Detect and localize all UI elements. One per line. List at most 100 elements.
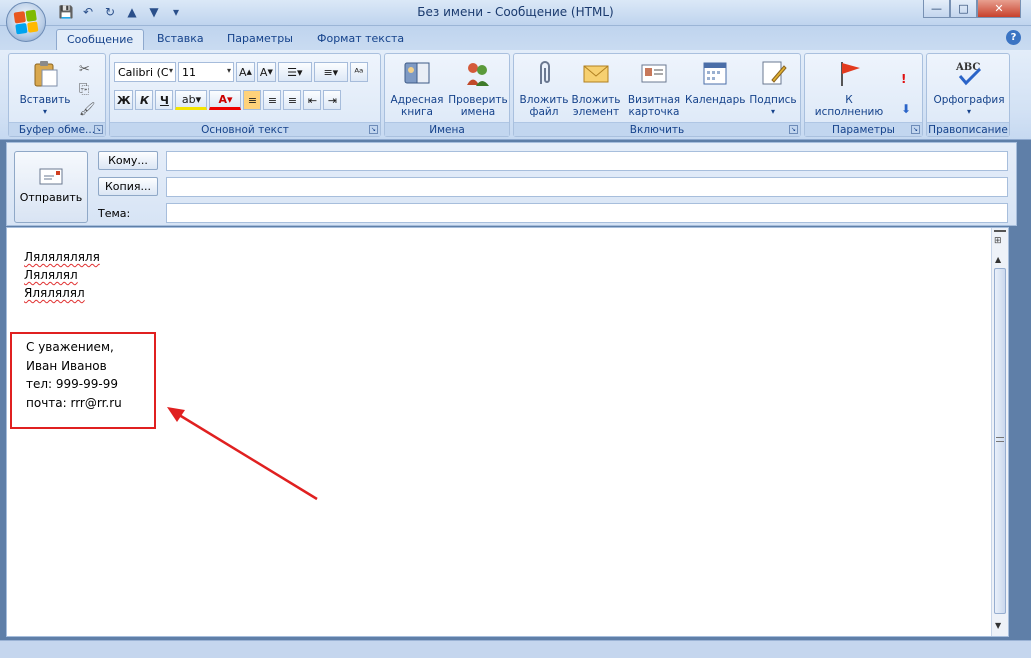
signature-icon	[762, 61, 787, 85]
subject-label: Тема:	[98, 207, 131, 220]
group-label-include: Включить	[514, 122, 800, 136]
window-title: Без имени - Сообщение (HTML)	[417, 5, 614, 19]
high-importance-icon[interactable]: !	[901, 64, 911, 94]
attach-file-button[interactable]: Вложить файл	[518, 58, 570, 118]
scroll-thumb[interactable]	[994, 268, 1006, 614]
office-logo-icon	[13, 9, 39, 35]
format-painter-icon[interactable]: 🖌	[79, 100, 96, 120]
signature-line: тел: 999-99-99	[26, 377, 119, 391]
group-label-basic-text: Основной текст	[110, 122, 380, 136]
numbering-button[interactable]: ≡▾	[313, 62, 348, 82]
follow-up-button[interactable]: К исполнению	[811, 58, 887, 118]
group-proofing: ABC Орфография ▾ Правописание	[926, 53, 1010, 137]
cut-icon[interactable]: ✂	[79, 60, 96, 80]
address-book-button[interactable]: Адресная книга	[388, 58, 446, 118]
minimize-button[interactable]: —	[923, 0, 950, 18]
check-names-label: Проверить имена	[448, 94, 508, 118]
ruler-toggle-icon[interactable]	[994, 230, 1006, 234]
scroll-up-icon[interactable]: ▲	[995, 255, 1001, 264]
signature-block[interactable]: С уважением, Иван Иванов тел: 999-99-99 …	[26, 338, 122, 412]
to-field[interactable]	[166, 151, 1008, 171]
italic-button[interactable]: К	[135, 90, 154, 110]
increase-indent-button[interactable]: ⇥	[323, 90, 342, 110]
attach-item-button[interactable]: Вложить элемент	[570, 58, 622, 118]
vertical-scrollbar[interactable]: ⊞ ▲ ▼	[991, 228, 1008, 636]
check-names-icon	[467, 63, 489, 86]
tab-message[interactable]: Сообщение	[56, 29, 145, 50]
group-label-clipboard: Буфер обме...	[9, 122, 105, 136]
align-center-button[interactable]: ≡	[263, 90, 282, 110]
tab-insert[interactable]: Вставка	[147, 29, 214, 50]
grow-font-button[interactable]: A ▲	[236, 62, 255, 82]
bullets-button[interactable]: ☰▾	[277, 62, 312, 82]
check-names-button[interactable]: Проверить имена	[447, 58, 509, 118]
spelling-label: Орфография	[933, 94, 1005, 106]
underline-button[interactable]: Ч	[155, 90, 174, 110]
business-card-button[interactable]: Визитная карточка	[624, 58, 684, 118]
copy-icon[interactable]: ⎘	[79, 80, 96, 100]
business-card-icon	[641, 64, 667, 83]
include-launcher-icon[interactable]: ↘	[789, 125, 798, 134]
paste-label: Вставить	[19, 94, 71, 106]
decrease-indent-button[interactable]: ⇤	[303, 90, 322, 110]
office-button[interactable]	[6, 2, 46, 42]
send-button[interactable]: Отправить	[14, 151, 88, 223]
body-line: Лялялял	[24, 268, 78, 282]
signature-line: почта: rrr@rr.ru	[26, 395, 122, 410]
signature-button[interactable]: Подпись ▾	[746, 58, 800, 118]
body-line: Ляляляляля	[24, 250, 100, 264]
attach-file-label: Вложить файл	[519, 94, 569, 118]
body-text[interactable]: Ляляляляля Лялялял Ялялялял	[24, 248, 100, 302]
highlight-button[interactable]: ab▾	[175, 90, 208, 110]
body-line: Ялялялял	[24, 286, 85, 300]
font-name-combo[interactable]: Calibri (С ▾	[114, 62, 176, 82]
font-size-combo[interactable]: 11 ▾	[178, 62, 234, 82]
tab-options[interactable]: Параметры	[217, 29, 303, 50]
to-button[interactable]: Кому...	[98, 151, 158, 170]
view-ruler-icon[interactable]: ⊞	[994, 236, 1002, 246]
calendar-button[interactable]: Календарь	[685, 58, 745, 106]
send-label: Отправить	[19, 191, 83, 204]
cc-button[interactable]: Копия...	[98, 177, 158, 196]
ribbon-tabs: Сообщение Вставка Параметры Формат текст…	[0, 26, 1031, 50]
clipboard-icon	[34, 61, 58, 87]
message-header: Отправить Кому... Копия... Тема:	[6, 142, 1017, 226]
close-button[interactable]: ✕	[977, 0, 1021, 18]
paste-button[interactable]: Вставить ▾	[15, 58, 75, 118]
address-book-icon	[404, 62, 430, 84]
address-book-label: Адресная книга	[390, 94, 444, 118]
subject-field[interactable]	[166, 203, 1008, 223]
importance-tools: ! ⬇	[901, 64, 911, 124]
clipboard-launcher-icon[interactable]: ↘	[94, 125, 103, 134]
options-launcher-icon[interactable]: ↘	[911, 125, 920, 134]
tab-format-text[interactable]: Формат текста	[307, 29, 414, 50]
basic-text-launcher-icon[interactable]: ↘	[369, 125, 378, 134]
styles-icon[interactable]: ᴬᵃ	[349, 62, 368, 82]
align-right-button[interactable]: ≡	[283, 90, 302, 110]
font-color-button[interactable]: A▾	[209, 90, 242, 110]
envelope-icon	[583, 65, 609, 83]
bold-button[interactable]: Ж	[114, 90, 134, 110]
group-basic-text: Calibri (С ▾ 11 ▾ A ▲ A ▼ ☰▾ ≡▾ ᴬᵃ Ж К Ч ab▾…	[109, 53, 381, 137]
help-icon[interactable]: ?	[1006, 30, 1021, 45]
font-name-value: Calibri (С	[118, 65, 169, 79]
shrink-font-button[interactable]: A ▼	[256, 62, 276, 82]
title-bar: 💾 ↶ ↻ ▲ ▼ ▾ Без имени - Сообщение (HTML)…	[0, 0, 1031, 26]
group-options: К исполнению ! ⬇ Параметры ↘	[804, 53, 923, 137]
cc-field[interactable]	[166, 177, 1008, 197]
spell-check-icon: ABC	[955, 62, 982, 86]
spelling-button[interactable]: ABC Орфография ▾	[930, 58, 1008, 118]
signature-line: Иван Иванов	[26, 358, 107, 373]
paperclip-icon	[540, 61, 550, 84]
business-card-label: Визитная карточка	[627, 94, 681, 118]
window-controls: — □ ✕	[923, 0, 1021, 18]
taskbar-strip	[0, 640, 1031, 658]
message-body[interactable]: Ляляляляля Лялялял Ялялялял С уважением,…	[6, 227, 1009, 637]
maximize-button[interactable]: □	[950, 0, 977, 18]
follow-up-label: К исполнению	[814, 94, 884, 118]
align-left-button[interactable]: ≡	[243, 90, 262, 110]
scroll-down-icon[interactable]: ▼	[995, 621, 1001, 630]
signature-line: С уважением,	[26, 340, 114, 354]
low-importance-icon[interactable]: ⬇	[901, 94, 911, 124]
clipboard-small-tools: ✂ ⎘ 🖌	[79, 60, 96, 120]
